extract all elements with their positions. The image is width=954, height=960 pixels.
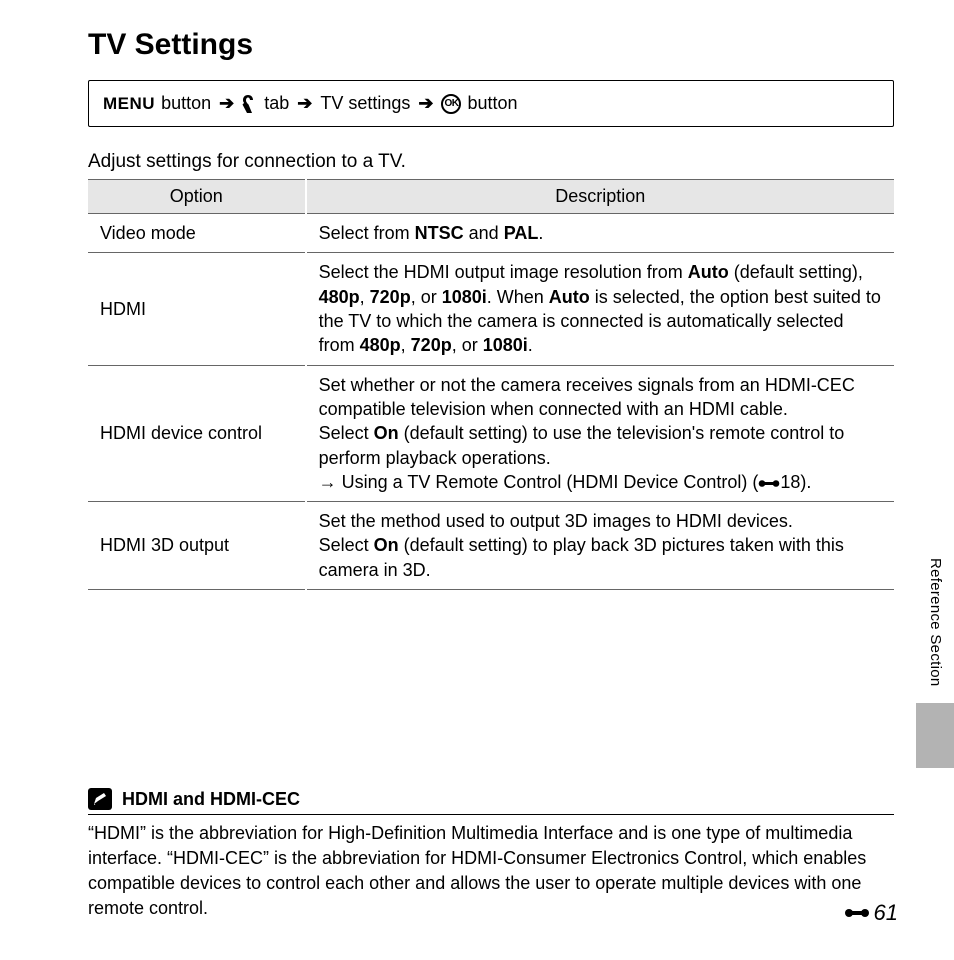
ok-icon: OK bbox=[441, 94, 461, 114]
button-word: button bbox=[161, 91, 211, 116]
desc-hdmi-device-control: Set whether or not the camera receives s… bbox=[306, 365, 894, 501]
intro-text: Adjust settings for connection to a TV. bbox=[88, 151, 894, 173]
menu-label: MENU bbox=[103, 92, 155, 116]
desc-video-mode: Select from NTSC and PAL. bbox=[306, 214, 894, 253]
arrow-icon: ➔ bbox=[418, 91, 433, 116]
wrench-icon bbox=[242, 95, 258, 113]
note-body: “HDMI” is the abbreviation for High-Defi… bbox=[88, 821, 894, 920]
col-description: Description bbox=[306, 180, 894, 214]
desc-hdmi: Select the HDMI output image resolution … bbox=[306, 253, 894, 365]
page-title: TV Settings bbox=[88, 28, 894, 62]
arrow-icon: ➔ bbox=[297, 91, 312, 116]
table-row: HDMI device control Set whether or not t… bbox=[88, 365, 894, 501]
pencil-icon bbox=[88, 788, 112, 810]
tab-word: tab bbox=[264, 91, 289, 116]
reference-icon bbox=[758, 472, 780, 492]
col-option: Option bbox=[88, 180, 306, 214]
table-row: Video mode Select from NTSC and PAL. bbox=[88, 214, 894, 253]
page-number: 61 bbox=[844, 900, 898, 926]
reference-icon bbox=[844, 905, 870, 921]
tv-settings-label: TV settings bbox=[320, 91, 410, 116]
table-row: HDMI 3D output Set the method used to ou… bbox=[88, 502, 894, 590]
nav-path: MENU button ➔ tab ➔ TV settings ➔ OK but… bbox=[88, 80, 894, 127]
desc-hdmi-3d: Set the method used to output 3D images … bbox=[306, 502, 894, 590]
settings-table: Option Description Video mode Select fro… bbox=[88, 179, 894, 590]
note-block: HDMI and HDMI-CEC “HDMI” is the abbrevia… bbox=[88, 788, 894, 920]
note-title: HDMI and HDMI-CEC bbox=[122, 789, 300, 810]
button-word: button bbox=[467, 91, 517, 116]
manual-page: TV Settings MENU button ➔ tab ➔ TV setti… bbox=[0, 0, 954, 960]
opt-hdmi-3d: HDMI 3D output bbox=[88, 502, 306, 590]
table-row: HDMI Select the HDMI output image resolu… bbox=[88, 253, 894, 365]
arrow-icon: ➔ bbox=[219, 91, 234, 116]
opt-hdmi: HDMI bbox=[88, 253, 306, 365]
opt-video-mode: Video mode bbox=[88, 214, 306, 253]
side-section-label: Reference Section bbox=[927, 558, 944, 687]
opt-hdmi-device-control: HDMI device control bbox=[88, 365, 306, 501]
